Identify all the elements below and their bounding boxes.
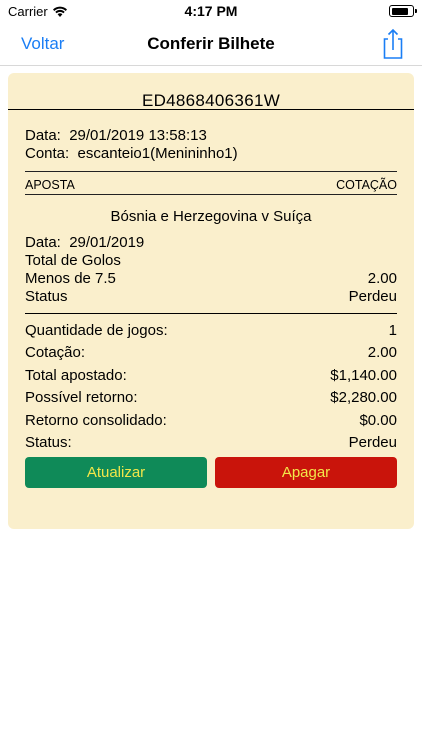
possible-return-value: $2,280.00 <box>330 389 397 406</box>
navigation-bar: Voltar Conferir Bilhete <box>0 24 422 66</box>
account-value: escanteio1(Menininho1) <box>77 145 238 162</box>
share-icon[interactable] <box>380 28 406 60</box>
page-title: Conferir Bilhete <box>147 34 275 53</box>
column-header-bet: APOSTA <box>25 178 75 192</box>
consolidated-return-label: Retorno consolidado: <box>25 412 167 429</box>
date-label: Data: <box>25 127 61 144</box>
market-name: Total de Golos <box>25 252 121 269</box>
divider <box>25 194 397 195</box>
games-label: Quantidade de jogos: <box>25 322 168 339</box>
status-time: 4:17 PM <box>184 3 238 19</box>
odds-label: Cotação: <box>25 344 86 361</box>
selection-name: Menos de 7.5 <box>25 270 116 287</box>
selection-odds: 2.00 <box>367 270 397 287</box>
match-name: Bósnia e Herzegovina v Suíça <box>110 208 312 225</box>
ticket-id: ED4868406361W <box>141 91 281 110</box>
delete-button[interactable]: Apagar <box>215 457 397 488</box>
summary-status-label: Status: <box>25 434 72 451</box>
divider <box>25 171 397 172</box>
divider <box>25 313 397 314</box>
date-value: 29/01/2019 13:58:13 <box>69 127 207 144</box>
bet-status-label: Status <box>25 288 68 305</box>
divider <box>8 109 414 110</box>
bet-status-value: Perdeu <box>348 288 397 305</box>
match-date-value: 29/01/2019 <box>69 234 145 251</box>
staked-label: Total apostado: <box>25 367 127 384</box>
column-header-odds: COTAÇÃO <box>336 178 397 192</box>
staked-value: $1,140.00 <box>330 367 397 384</box>
account-label: Conta: <box>25 145 70 162</box>
summary-status-value: Perdeu <box>348 434 397 451</box>
battery-icon <box>389 5 417 17</box>
ticket-card: ED4868406361W Data: 29/01/2019 13:58:13 … <box>8 73 414 529</box>
possible-return-label: Possível retorno: <box>25 389 138 406</box>
match-date-label: Data: <box>25 234 61 251</box>
consolidated-return-value: $0.00 <box>359 412 397 429</box>
status-bar: Carrier 4:17 PM <box>0 0 422 24</box>
odds-value: 2.00 <box>367 344 397 361</box>
games-value: 1 <box>388 322 397 339</box>
update-button[interactable]: Atualizar <box>25 457 207 488</box>
